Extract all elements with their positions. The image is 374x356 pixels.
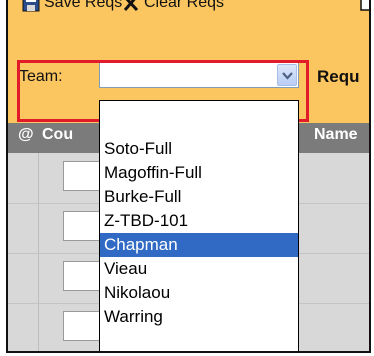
clear-icon	[122, 0, 140, 17]
course-input[interactable]	[63, 311, 101, 341]
header-at[interactable]: @	[18, 126, 34, 144]
save-reqs-label: Save Reqs	[44, 0, 123, 11]
dropdown-option-selected[interactable]: Chapman	[100, 233, 298, 257]
dropdown-option[interactable]: Soto-Full	[100, 137, 298, 161]
save-icon	[22, 0, 40, 17]
team-dropdown-list[interactable]: Soto-Full Magoffin-Full Burke-Full Z-TBD…	[99, 100, 299, 351]
dropdown-option[interactable]: Warring	[100, 305, 298, 329]
course-input[interactable]	[63, 211, 101, 241]
app-frame: Save Reqs Clear Reqs Team: Requ @ Cou Na…	[6, 0, 371, 353]
clear-reqs-label: Clear Reqs	[144, 0, 225, 11]
dropdown-option[interactable]: Nikolaou	[100, 281, 298, 305]
course-input[interactable]	[63, 261, 101, 291]
dropdown-option[interactable]: Burke-Full	[100, 185, 298, 209]
save-reqs-button[interactable]: Save Reqs	[22, 0, 122, 17]
clear-reqs-button[interactable]: Clear Reqs	[122, 0, 224, 17]
header-name[interactable]: Name	[314, 126, 358, 144]
dropdown-option[interactable]: Magoffin-Full	[100, 161, 298, 185]
course-input[interactable]	[63, 161, 101, 191]
dropdown-option[interactable]: Z-TBD-101	[100, 209, 298, 233]
toolbar-next-icon[interactable]	[360, 0, 369, 17]
dropdown-option-blank[interactable]	[100, 101, 298, 125]
toolbar: Save Reqs Clear Reqs	[8, 0, 369, 34]
requests-label: Requ	[317, 67, 360, 86]
header-course[interactable]: Cou	[42, 126, 73, 144]
dropdown-option[interactable]: Vieau	[100, 257, 298, 281]
